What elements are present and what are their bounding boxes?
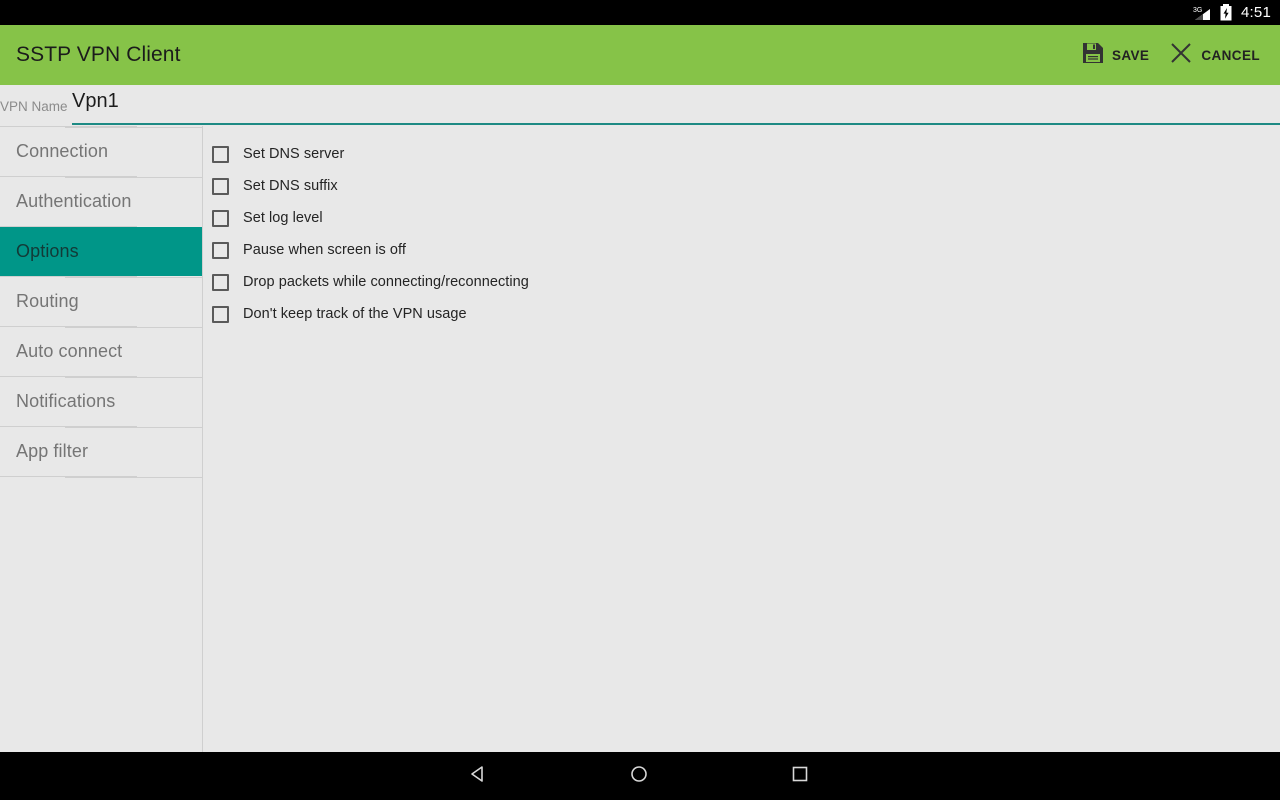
battery-charging-icon: [1220, 4, 1232, 21]
sidebar-item-notifications[interactable]: Notifications: [0, 377, 202, 426]
sidebar-item-label: Auto connect: [16, 341, 123, 361]
status-bar: 3G 4:51: [0, 0, 1280, 25]
back-triangle-icon: [468, 764, 488, 789]
nav-back-button[interactable]: [433, 752, 523, 800]
option-label: Set log level: [243, 210, 323, 226]
status-clock: 4:51: [1241, 4, 1271, 21]
signal-3g-icon: 3G: [1193, 5, 1213, 21]
sidebar-item-auto-connect[interactable]: Auto connect: [0, 327, 202, 376]
cancel-button[interactable]: CANCEL: [1159, 25, 1270, 85]
option-label: Set DNS suffix: [243, 178, 338, 194]
option-label: Pause when screen is off: [243, 242, 406, 258]
page-title: SSTP VPN Client: [16, 43, 181, 66]
sidebar-item-label: Notifications: [16, 391, 116, 411]
checkbox-set-dns-suffix[interactable]: [212, 177, 229, 195]
nav-home-button[interactable]: [594, 752, 684, 800]
option-row-set-dns-suffix[interactable]: Set DNS suffix: [204, 170, 1280, 202]
sidebar-item-label: Authentication: [16, 191, 132, 211]
action-bar-buttons: SAVE CANCEL: [1072, 25, 1280, 85]
cancel-button-label: CANCEL: [1201, 47, 1260, 63]
save-floppy-icon: [1082, 42, 1104, 69]
sidebar-item-app-filter[interactable]: App filter: [0, 427, 202, 476]
home-circle-icon: [629, 764, 649, 789]
sidebar-item-label: Routing: [16, 291, 79, 311]
sidebar-item-label: Options: [16, 241, 79, 261]
divider: [0, 476, 202, 478]
sidebar-item-options[interactable]: Options: [0, 227, 202, 276]
option-label: Don't keep track of the VPN usage: [243, 306, 467, 322]
option-label: Drop packets while connecting/reconnecti…: [243, 274, 529, 290]
save-button[interactable]: SAVE: [1072, 25, 1159, 85]
save-button-label: SAVE: [1111, 47, 1150, 63]
options-panel: Set DNS server Set DNS suffix Set log le…: [204, 126, 1280, 752]
android-screen: 3G 4:51 SSTP VPN Client SAVE CANCEL VPN …: [0, 0, 1280, 800]
checkbox-pause-when-screen-off[interactable]: [212, 241, 229, 259]
option-row-set-log-level[interactable]: Set log level: [204, 202, 1280, 234]
vpn-name-input[interactable]: [72, 90, 1277, 113]
close-x-icon: [1169, 41, 1193, 70]
checkbox-dont-keep-track[interactable]: [212, 305, 229, 323]
vpn-name-underline: [72, 123, 1280, 125]
sidebar-item-label: App filter: [16, 441, 89, 461]
checkbox-drop-packets[interactable]: [212, 273, 229, 291]
vpn-name-row: VPN Name: [0, 85, 1280, 126]
sidebar-item-authentication[interactable]: Authentication: [0, 177, 202, 226]
sidebar-item-connection[interactable]: Connection: [0, 127, 202, 176]
sidebar-item-routing[interactable]: Routing: [0, 277, 202, 326]
action-bar: SSTP VPN Client SAVE CANCEL: [0, 25, 1280, 85]
checkbox-set-log-level[interactable]: [212, 209, 229, 227]
option-label: Set DNS server: [243, 146, 345, 162]
option-row-pause-when-screen-off[interactable]: Pause when screen is off: [204, 234, 1280, 266]
content-area: Connection Authentication Options Routin…: [0, 126, 1280, 752]
vpn-name-label: VPN Name: [0, 99, 68, 114]
option-row-dont-keep-track[interactable]: Don't keep track of the VPN usage: [204, 298, 1280, 330]
svg-text:3G: 3G: [1193, 7, 1202, 14]
checkbox-set-dns-server[interactable]: [212, 145, 229, 163]
sidebar-item-label: Connection: [16, 141, 109, 161]
settings-category-sidebar: Connection Authentication Options Routin…: [0, 126, 203, 752]
android-navigation-bar: [0, 752, 1280, 800]
option-row-drop-packets[interactable]: Drop packets while connecting/reconnecti…: [204, 266, 1280, 298]
option-row-set-dns-server[interactable]: Set DNS server: [204, 138, 1280, 170]
nav-recents-button[interactable]: [755, 752, 845, 800]
recents-square-icon: [790, 764, 810, 789]
